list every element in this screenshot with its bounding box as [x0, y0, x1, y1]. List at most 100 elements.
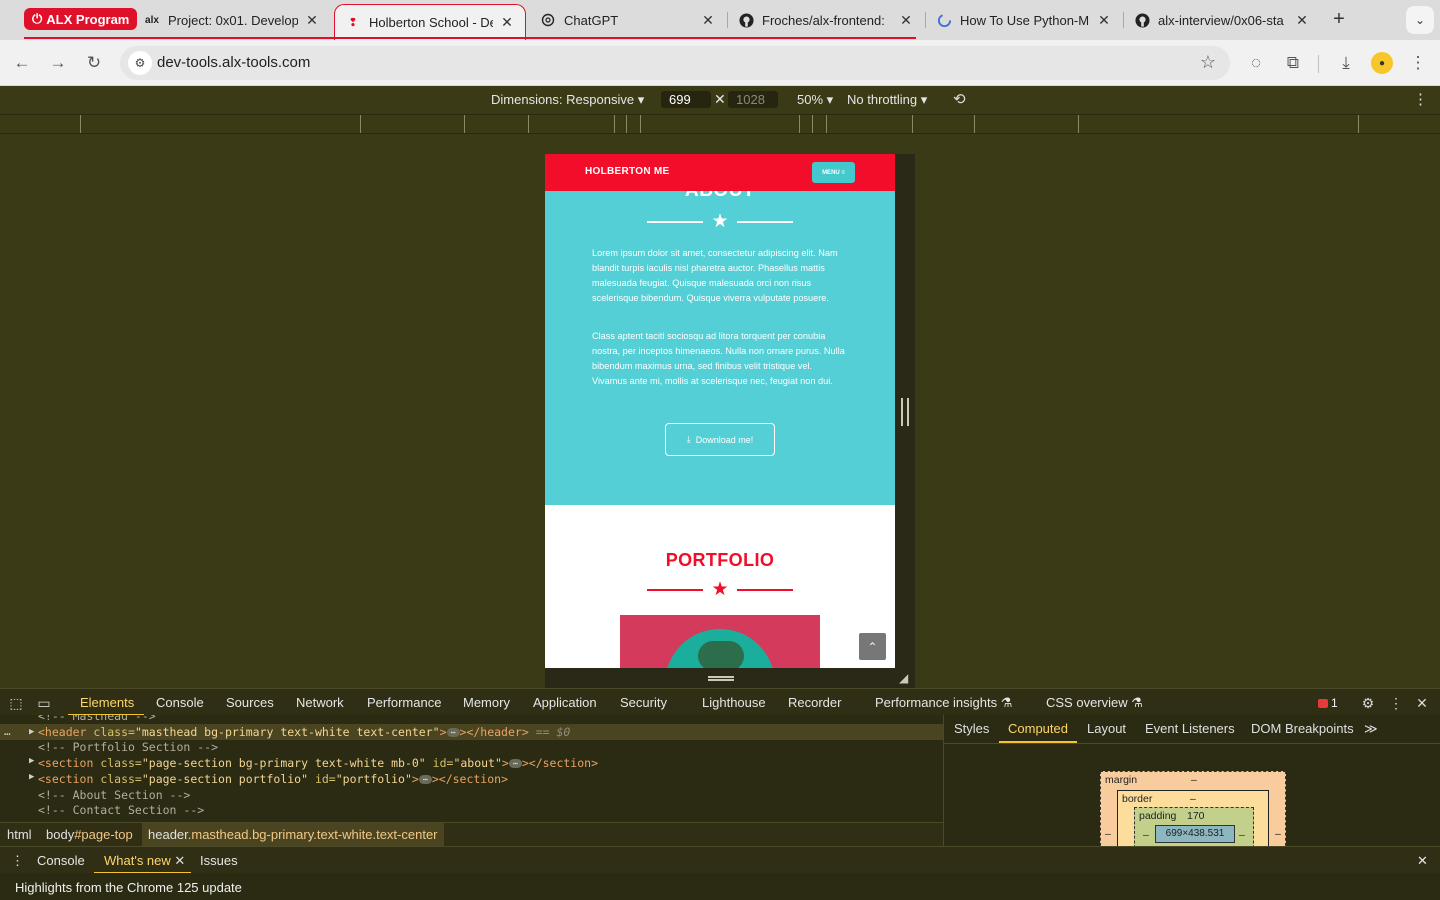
dom-comment[interactable]: <!-- Contact Section --> [38, 803, 204, 817]
dimensions-dropdown[interactable]: Dimensions: Responsive ▾ [491, 92, 644, 108]
dom-comment[interactable]: <!-- About Section --> [38, 788, 190, 802]
tab-lighthouse[interactable]: Lighthouse [702, 695, 766, 710]
scroll-to-top-button[interactable]: ⌃ [859, 633, 886, 660]
tab-github-interview[interactable]: alx-interview/0x06-sta ✕ [1124, 4, 1320, 36]
padding-right-value[interactable]: – [1239, 829, 1245, 841]
tab-chatgpt[interactable]: ChatGPT ✕ [530, 4, 726, 36]
drawer-tab-issues[interactable]: Issues [200, 853, 238, 868]
site-settings-icon[interactable]: ⚙ [128, 51, 152, 75]
device-viewport[interactable]: ABOUT ★ Lorem ipsum dolor sit amet, cons… [545, 154, 895, 668]
tab-project[interactable]: alx Project: 0x01. Develop ✕ [134, 4, 330, 36]
expand-triangle-icon[interactable]: ▶ [29, 772, 34, 782]
tab-security[interactable]: Security [620, 695, 667, 710]
dom-node-selected[interactable]: … ▶ <header class="masthead bg-primary t… [0, 724, 943, 740]
padding-left-value[interactable]: – [1143, 829, 1149, 841]
border-value[interactable]: – [1190, 793, 1196, 805]
tab-recorder[interactable]: Recorder [788, 695, 841, 710]
resize-handle-right[interactable] [901, 398, 909, 426]
padding-value[interactable]: 170 [1187, 810, 1205, 822]
download-icon[interactable]: ⤓ [1334, 51, 1358, 75]
url-text[interactable]: dev-tools.alx-tools.com [157, 54, 310, 71]
browser-menu-icon[interactable]: ⋮ [1406, 51, 1430, 75]
tab-holberton[interactable]: ❢ Holberton School - De ✕ [334, 4, 526, 40]
close-icon[interactable]: ✕ [1096, 12, 1112, 28]
close-icon[interactable]: ✕ [700, 12, 716, 28]
tab-network[interactable]: Network [296, 695, 344, 710]
elements-dom-tree[interactable]: <!-- Masthead --> … ▶ <header class="mas… [0, 715, 943, 822]
expand-triangle-icon[interactable]: ▶ [29, 724, 34, 740]
address-bar[interactable]: ⚙ dev-tools.alx-tools.com ☆ [120, 46, 1230, 80]
extensions-puzzle-icon[interactable]: ⧉ [1281, 51, 1305, 75]
close-drawer-icon[interactable]: ✕ [1417, 853, 1428, 869]
error-badge[interactable]: 1 [1318, 696, 1338, 710]
back-button[interactable]: ← [10, 51, 34, 75]
reload-button[interactable]: ↻ [82, 51, 106, 75]
resize-handle-bottom[interactable] [708, 676, 734, 681]
width-input[interactable]: 699 [661, 91, 711, 108]
new-tab-button[interactable]: + [1328, 8, 1350, 30]
settings-gear-icon[interactable]: ⚙ [1359, 694, 1377, 712]
box-model-margin[interactable]: margin – – – border – padding 170 – – 69… [1100, 771, 1286, 853]
tab-sources[interactable]: Sources [226, 695, 274, 710]
tab-application[interactable]: Application [533, 695, 597, 710]
close-icon[interactable]: ✕ [174, 853, 185, 868]
ellipsis-icon[interactable]: ⋯ [418, 775, 432, 784]
close-icon[interactable]: ✕ [1294, 12, 1310, 28]
devtools-menu-icon[interactable]: ⋮ [1387, 694, 1405, 712]
close-icon[interactable]: ✕ [499, 14, 515, 31]
throttling-dropdown[interactable]: No throttling ▾ [847, 92, 927, 108]
expand-triangle-icon[interactable]: ▶ [29, 756, 34, 766]
profile-avatar[interactable]: ● [1371, 52, 1393, 74]
more-tabs-icon[interactable]: ≫ [1364, 721, 1378, 737]
tab-python[interactable]: How To Use Python-M ✕ [926, 4, 1122, 36]
drawer-tab-console[interactable]: Console [37, 853, 85, 868]
close-devtools-icon[interactable]: ✕ [1413, 694, 1431, 712]
ellipsis-icon[interactable]: ⋯ [508, 759, 522, 768]
brand-logo[interactable]: HOLBERTON ME [585, 166, 670, 177]
dom-node[interactable]: ▶ <section class="page-section portfolio… [29, 772, 508, 786]
tab-performance-insights[interactable]: Performance insights ⚗ [875, 695, 1012, 711]
tab-styles[interactable]: Styles [954, 721, 989, 736]
dom-comment[interactable]: <!-- Masthead --> [38, 715, 156, 723]
drawer-tab-whats-new[interactable]: What's new ✕ [104, 853, 185, 869]
margin-left-value[interactable]: – [1105, 828, 1111, 840]
bookmark-star-icon[interactable]: ☆ [1200, 52, 1216, 73]
media-query-ruler[interactable] [0, 114, 1440, 134]
tab-css-overview[interactable]: CSS overview ⚗ [1046, 695, 1143, 711]
height-input[interactable]: 1028 [728, 91, 778, 108]
inspect-element-icon[interactable]: ⬚ [7, 694, 25, 712]
tab-dom-breakpoints[interactable]: DOM Breakpoints [1251, 721, 1354, 736]
ellipsis-icon[interactable]: ⋯ [446, 728, 460, 737]
margin-right-value[interactable]: – [1275, 828, 1281, 840]
extension-icon[interactable]: ◌ [1244, 51, 1268, 75]
dom-comment[interactable]: <!-- Portfolio Section --> [38, 740, 218, 754]
resize-handle-corner[interactable]: ◢ [899, 672, 911, 684]
box-model-border[interactable]: border – padding 170 – – 699×438.531 [1117, 790, 1269, 853]
tab-layout[interactable]: Layout [1087, 721, 1126, 736]
menu-button[interactable]: MENU ≡ [812, 162, 855, 183]
tab-elements[interactable]: Elements [80, 695, 134, 710]
portfolio-item[interactable] [620, 615, 820, 668]
tab-search-button[interactable]: ⌄ [1406, 6, 1434, 34]
margin-value[interactable]: – [1191, 774, 1197, 786]
drawer-menu-icon[interactable]: ⋮ [11, 853, 24, 869]
rotate-icon[interactable]: ⟲ [953, 90, 973, 110]
breadcrumb-header[interactable]: header.masthead.bg-primary.text-white.te… [142, 823, 444, 846]
breadcrumb-html[interactable]: html [7, 827, 32, 842]
tab-github-froches[interactable]: Froches/alx-frontend: ✕ [728, 4, 924, 36]
breadcrumb-body[interactable]: body#page-top [46, 827, 133, 842]
zoom-dropdown[interactable]: 50% ▾ [797, 92, 833, 108]
box-model-content[interactable]: 699×438.531 [1155, 825, 1235, 843]
more-options-icon[interactable]: ⋮ [1413, 90, 1428, 108]
close-icon[interactable]: ✕ [304, 12, 320, 28]
download-button[interactable]: ⤓ Download me! [665, 423, 775, 456]
tab-event-listeners[interactable]: Event Listeners [1145, 721, 1235, 736]
tab-console[interactable]: Console [156, 695, 204, 710]
close-icon[interactable]: ✕ [898, 12, 914, 28]
tab-computed[interactable]: Computed [1008, 721, 1068, 736]
tab-performance[interactable]: Performance [367, 695, 441, 710]
device-toggle-icon[interactable]: ▭ [35, 694, 53, 712]
tab-group-chip[interactable]: ⏻ ALX Program [24, 8, 138, 30]
forward-button[interactable]: → [46, 51, 70, 75]
dom-node[interactable]: ▶ <section class="page-section bg-primar… [29, 756, 598, 770]
